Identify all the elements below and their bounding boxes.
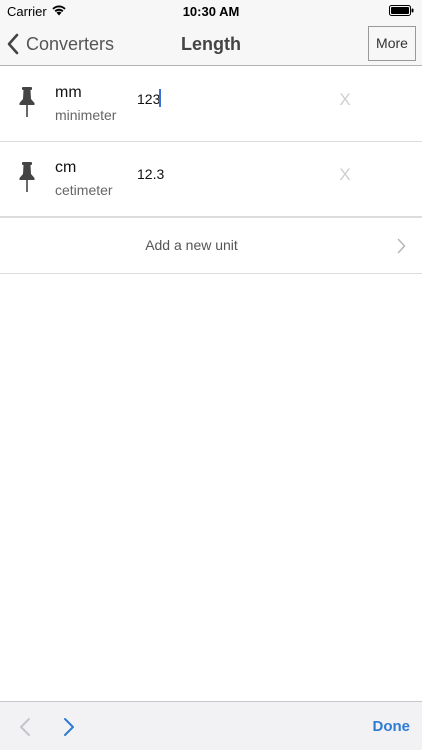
clear-icon[interactable]: X: [334, 89, 356, 111]
add-unit-label: Add a new unit: [145, 237, 238, 253]
clear-icon[interactable]: X: [334, 164, 356, 186]
status-time: 10:30 AM: [182, 4, 240, 19]
chevron-right-icon: [397, 238, 406, 254]
prev-arrow-icon[interactable]: [18, 716, 32, 738]
unit-name: minimeter: [55, 107, 117, 123]
add-unit-row[interactable]: Add a new unit: [0, 217, 422, 274]
next-arrow-icon[interactable]: [62, 716, 76, 738]
unit-abbreviation: mm: [55, 84, 82, 101]
status-bar: Carrier 10:30 AM: [0, 0, 422, 22]
more-button[interactable]: More: [368, 26, 416, 61]
back-label: Converters: [26, 33, 115, 54]
unit-list: mm minimeter X cm cetimeter X Add a new …: [0, 67, 422, 274]
unit-value-input[interactable]: [134, 162, 304, 186]
done-button[interactable]: Done: [373, 702, 411, 750]
navigation-bar: Converters Length More: [0, 22, 422, 66]
battery-icon: [389, 5, 414, 16]
unit-row-cm: cm cetimeter X: [0, 142, 422, 217]
unit-name: cetimeter: [55, 182, 113, 198]
unit-abbreviation: cm: [55, 159, 77, 176]
unit-row-mm: mm minimeter X: [0, 67, 422, 142]
keyboard-toolbar: Done: [0, 701, 422, 750]
text-caret: [159, 89, 161, 107]
back-button[interactable]: Converters: [6, 22, 114, 66]
screen: Carrier 10:30 AM Converters Length More: [0, 0, 422, 750]
back-chevron-icon: [7, 33, 19, 55]
pin-icon[interactable]: [18, 161, 36, 193]
pin-icon[interactable]: [18, 86, 36, 118]
